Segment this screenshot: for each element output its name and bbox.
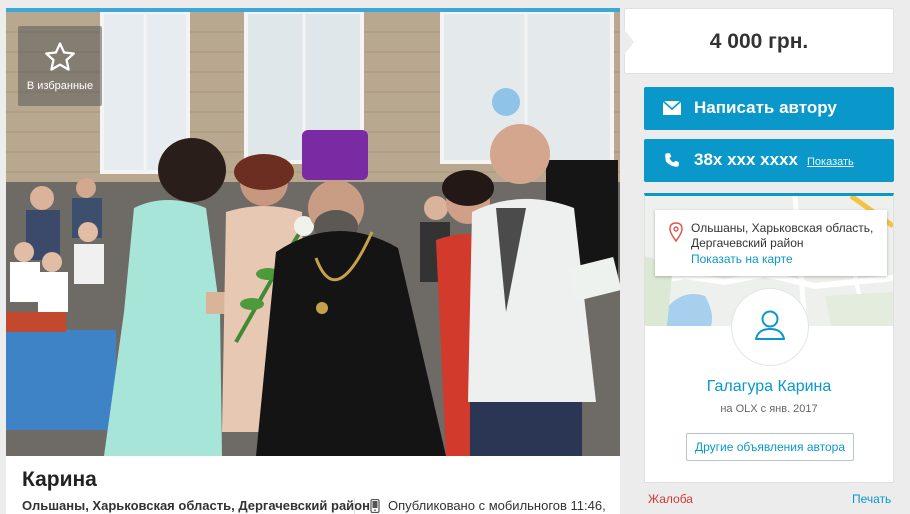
show-phone-link[interactable]: Показать xyxy=(807,156,854,168)
seller-card: Ольшаны, Харьковская область, Дергачевск… xyxy=(644,193,894,483)
other-ads-button[interactable]: Другие объявления автора xyxy=(686,433,854,461)
seller-since: на OLX с янв. 2017 xyxy=(720,403,818,415)
mail-icon xyxy=(662,100,682,115)
page: В избранные Карина Ольшаны, Харьковская … xyxy=(0,0,910,514)
listing-meta: Ольшаны, Харьковская область, Дергачевск… xyxy=(22,498,620,514)
mobile-icon xyxy=(370,499,380,513)
published-label: Опубликовано с мобильного xyxy=(388,498,561,513)
listing-location: Ольшаны, Харьковская область, Дергачевск… xyxy=(22,498,370,513)
price-box: 4 000 грн. xyxy=(624,8,894,74)
print-link[interactable]: Печать xyxy=(852,492,891,506)
phone-button[interactable]: 38x xxx xxxx Показать xyxy=(644,139,894,182)
address-card: Ольшаны, Харьковская область, Дергачевск… xyxy=(655,210,887,276)
phone-icon xyxy=(665,153,679,167)
write-author-label: Написать автору xyxy=(694,98,837,117)
map-pin-icon xyxy=(669,222,683,242)
show-on-map-link[interactable]: Показать на карте xyxy=(691,252,793,266)
add-to-favorites-button[interactable]: В избранные xyxy=(18,26,102,106)
star-icon xyxy=(44,42,76,71)
seller-name[interactable]: Галагура Карина xyxy=(645,378,893,396)
seller-address: Ольшаны, Харьковская область, Дергачевск… xyxy=(691,221,874,250)
meta-divider xyxy=(354,498,355,514)
avatar[interactable] xyxy=(732,289,808,365)
write-author-button[interactable]: Написать автору xyxy=(644,87,894,130)
complaint-link[interactable]: Жалоба xyxy=(648,492,693,506)
user-icon xyxy=(755,310,785,340)
published-time: в 11:46, xyxy=(560,498,606,513)
favorites-label: В избранные xyxy=(26,80,94,92)
phone-number: 38x xxx xxxx xyxy=(694,150,798,169)
price: 4 000 грн. xyxy=(709,30,809,53)
listing-card: В избранные Карина Ольшаны, Харьковская … xyxy=(6,8,620,514)
listing-title: Карина xyxy=(22,468,97,491)
